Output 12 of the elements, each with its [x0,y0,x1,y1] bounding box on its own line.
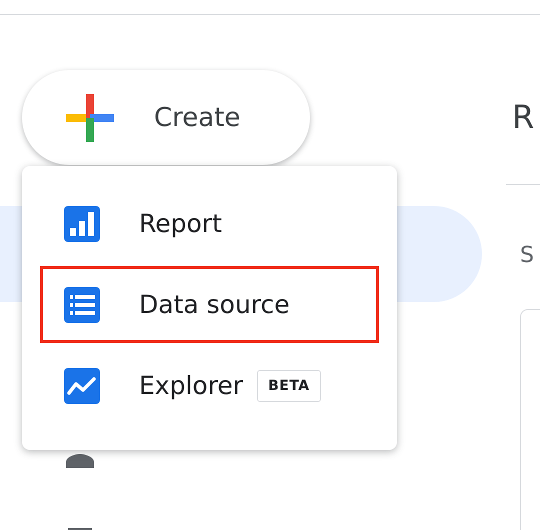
bar-chart-icon [64,206,100,242]
section-label: S [519,243,535,269]
line-chart-icon [64,368,100,404]
list-icon [64,286,100,322]
menu-item[interactable]: Data source [40,266,379,343]
create-button[interactable]: Create [22,70,310,165]
menu-item-label: Explorer [139,371,244,400]
plus-icon [66,94,114,142]
menu-item[interactable]: Report [40,185,379,262]
beta-badge: BETA [257,370,321,402]
page-heading: R [511,97,536,137]
menu-item[interactable]: Explorer BETA [40,347,379,424]
